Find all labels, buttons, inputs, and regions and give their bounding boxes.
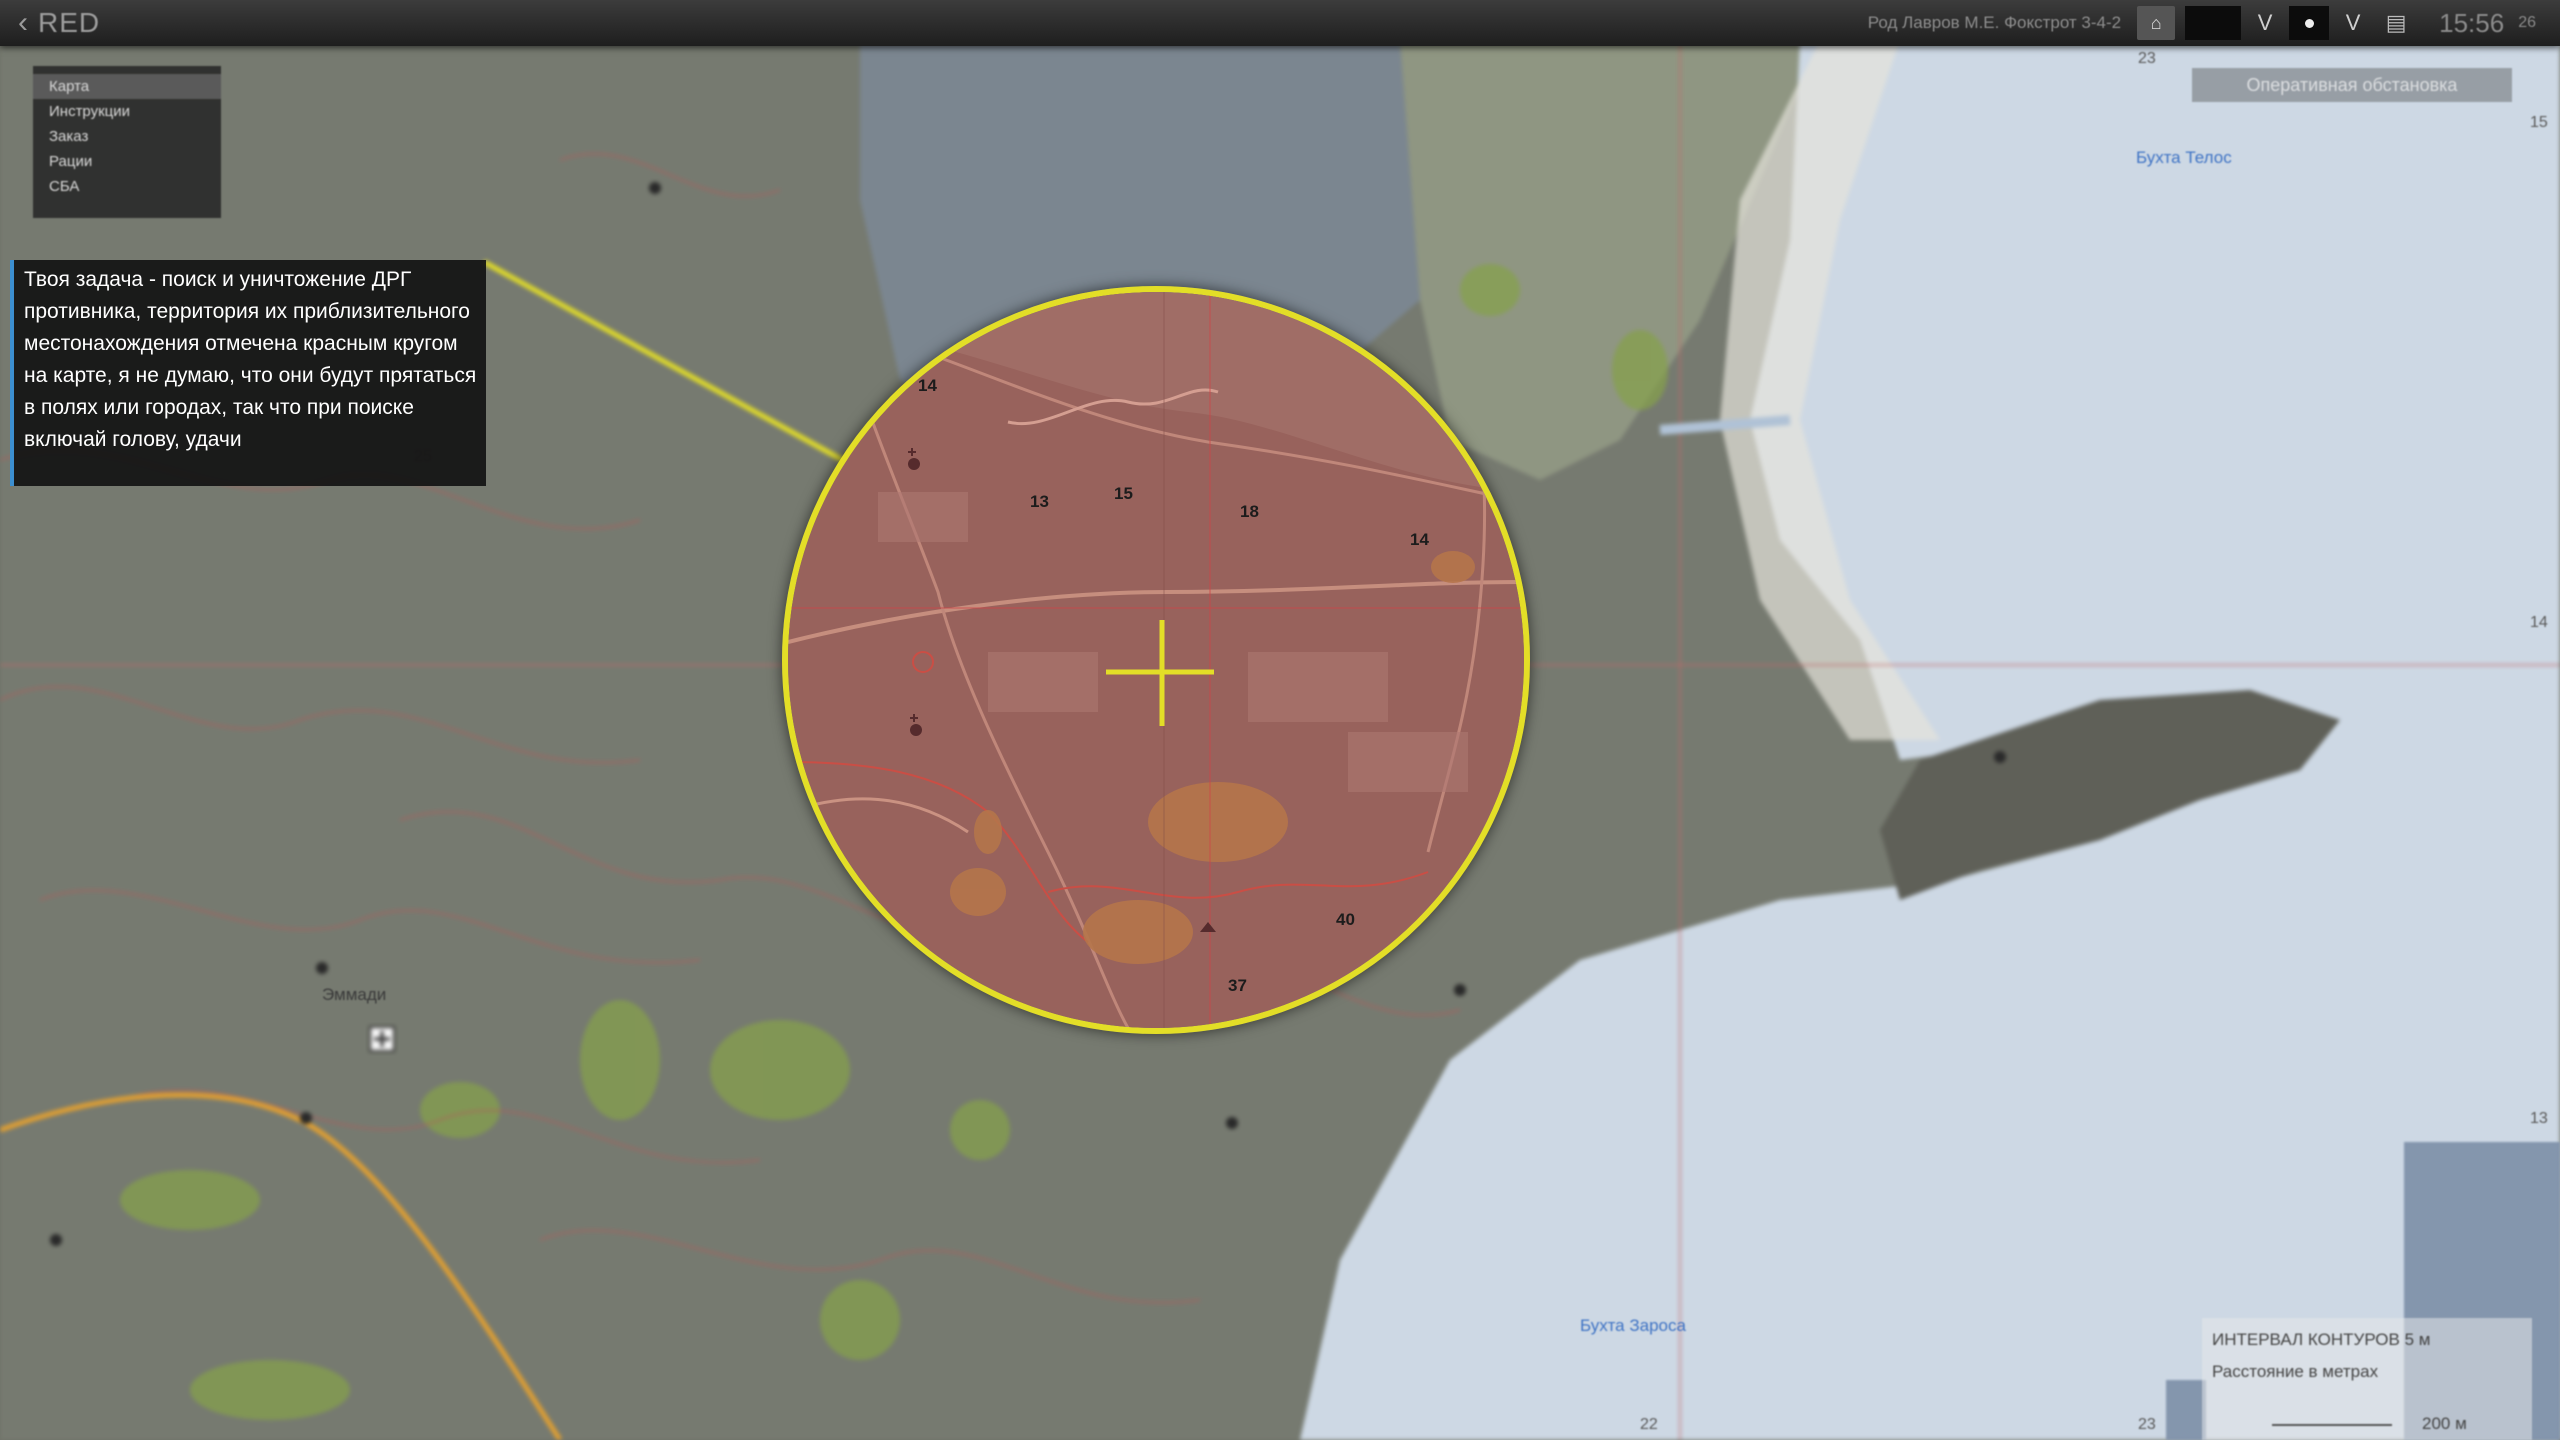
chevron-down-icon[interactable]: V <box>2251 6 2279 40</box>
menu-gripper <box>33 66 221 74</box>
grid-number: 22 <box>1640 1416 1658 1433</box>
map-overlay-panel <box>2166 1380 2206 1440</box>
top-bar: ‹ RED Род Лавров М.Е. Фокстрот 3-4-2 ⌂ V… <box>0 0 2560 46</box>
map-label: 18 <box>1240 502 1259 521</box>
unit-toggle-icon[interactable]: ⌂ <box>2137 6 2176 40</box>
unit-name: Род Лавров М.Е. Фокстрот 3-4-2 <box>1867 13 2122 32</box>
scale-value: 200 м <box>2422 1414 2467 1433</box>
grid-number: 23 <box>2138 1416 2156 1433</box>
menu-item-order[interactable]: Заказ <box>33 124 221 149</box>
operational-status-button[interactable]: Оперативная обстановка <box>2192 68 2512 102</box>
menu-item-radios[interactable]: Рации <box>33 149 221 174</box>
briefing-text: Твоя задача - поиск и уничтожение ДРГ пр… <box>24 268 477 451</box>
contour-interval-label: ИНТЕРВАЛ КОНТУРОВ 5 м <box>2212 1330 2431 1349</box>
map-label: 37 <box>1228 976 1247 995</box>
place-label-town: Эммади <box>322 985 387 1004</box>
map-legend: ИНТЕРВАЛ КОНТУРОВ 5 м Расстояние в метра… <box>2202 1318 2532 1440</box>
objective-area-map <box>788 292 1524 1028</box>
color-swatch[interactable] <box>2185 6 2242 40</box>
grid-number: 14 <box>2530 614 2548 631</box>
top-bar-controls: Род Лавров М.Е. Фокстрот 3-4-2 ⌂ V V ▤ 1… <box>1868 0 2560 46</box>
grid-number: 15 <box>2530 114 2548 131</box>
place-label-bay-south: Бухта Зароса <box>1580 1316 1686 1335</box>
map-label: 40 <box>1336 910 1355 929</box>
distance-label: Расстояние в метрах <box>2212 1362 2379 1381</box>
map-label: 14 <box>1410 530 1429 549</box>
side-menu: Карта Инструкции Заказ Рации СБА <box>33 66 221 218</box>
chevron-down-icon[interactable]: V <box>2339 6 2367 40</box>
marker-dot-icon[interactable] <box>2289 6 2330 40</box>
scale-bar <box>2272 1424 2392 1426</box>
menu-item-instructions[interactable]: Инструкции <box>33 99 221 124</box>
map-label: 14 <box>918 376 937 395</box>
layers-icon[interactable]: ▤ <box>2377 6 2415 40</box>
grid-number: 13 <box>2530 1110 2548 1127</box>
clock-seconds: 26 <box>2518 14 2536 31</box>
window-title: RED <box>38 7 101 38</box>
clock: 15:56 <box>2439 7 2505 38</box>
menu-item-sba[interactable]: СБА <box>33 174 221 199</box>
briefing-tooltip: Твоя задача - поиск и уничтожение ДРГ пр… <box>10 260 486 486</box>
map-label: 15 <box>1114 484 1133 503</box>
place-label-bay-north: Бухта Телос <box>2136 148 2232 167</box>
grid-number: 23 <box>2138 50 2156 67</box>
map-view[interactable]: Бухта Телос Бухта Зароса Эммади 23 15 14… <box>0 0 2560 1440</box>
map-label: 13 <box>1030 492 1049 511</box>
chevron-left-icon[interactable]: ‹ <box>10 6 36 39</box>
menu-item-map[interactable]: Карта <box>33 74 221 99</box>
objective-area-circle[interactable]: 14 13 15 18 14 40 37 <box>782 286 1530 1034</box>
